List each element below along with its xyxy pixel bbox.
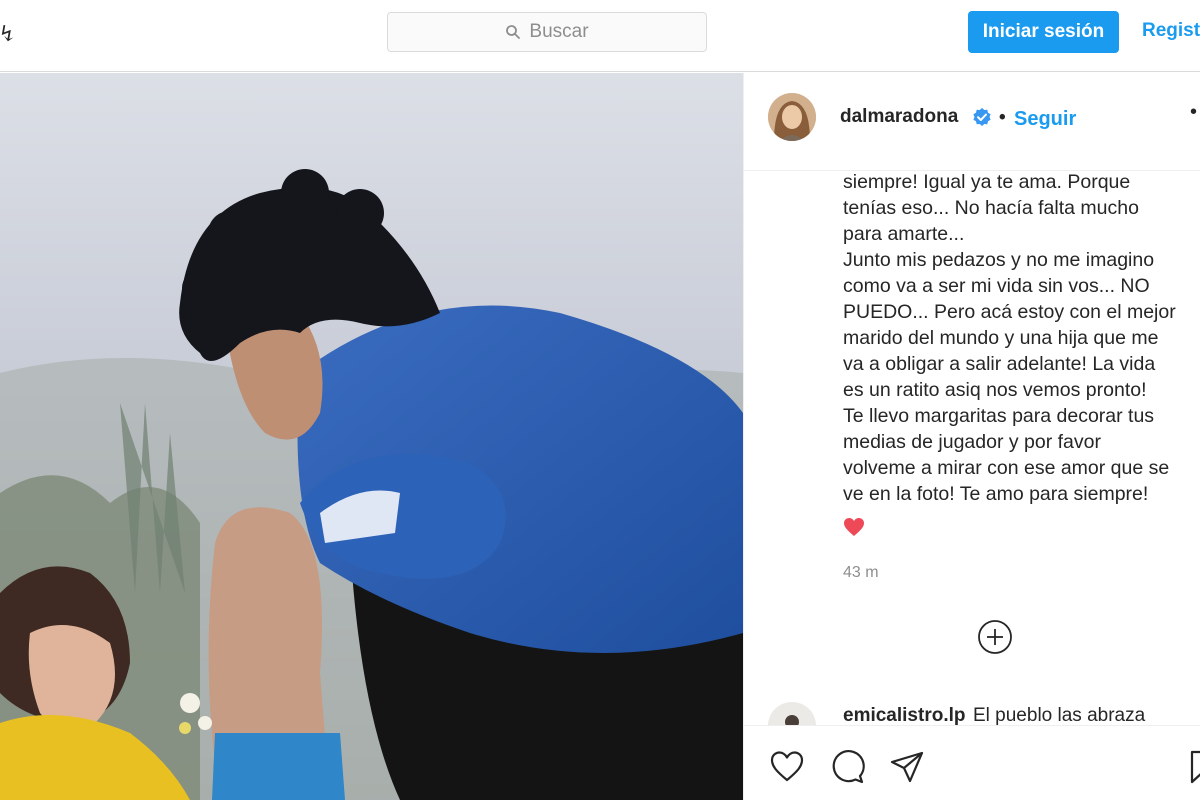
comment-username[interactable]: emicalistro.lp	[843, 705, 966, 727]
comment-text: El pueblo las abraza	[973, 705, 1146, 726]
verified-badge-icon	[973, 108, 991, 126]
post-actions	[744, 725, 1200, 800]
search-icon	[506, 25, 521, 39]
follow-button[interactable]: Seguir	[1014, 108, 1076, 131]
instagram-logo[interactable]: ↯	[0, 22, 16, 47]
more-options-icon[interactable]: •	[1190, 101, 1197, 124]
login-button[interactable]: Iniciar sesión	[968, 11, 1119, 53]
post-image	[0, 73, 743, 800]
top-bar: ↯ Buscar Iniciar sesión Registrarte	[0, 0, 1200, 72]
bookmark-icon[interactable]	[1184, 748, 1200, 786]
post-timestamp: 43 m	[843, 564, 879, 581]
register-link[interactable]: Registrarte	[1142, 20, 1200, 42]
post-details-pane: dalmaradona • Seguir • siempre! Igual ya…	[743, 73, 1200, 800]
comment-row: emicalistro.lp El pueblo las abraza	[744, 696, 1200, 750]
heart-emoji	[844, 518, 864, 536]
plus-circle-icon[interactable]	[977, 619, 1013, 655]
avatar[interactable]	[768, 93, 816, 141]
search-input[interactable]: Buscar	[387, 12, 707, 52]
post-username[interactable]: dalmaradona	[840, 106, 958, 128]
post-caption: siempre! Igual ya te ama. Porque tenías …	[843, 171, 1176, 505]
separator-dot: •	[999, 107, 1006, 128]
avatar-image	[768, 93, 816, 141]
post-header: dalmaradona • Seguir •	[744, 73, 1200, 171]
comment-icon[interactable]	[828, 748, 866, 786]
share-icon[interactable]	[888, 748, 926, 786]
post-photo[interactable]	[0, 73, 743, 800]
search-placeholder: Buscar	[529, 21, 589, 42]
heart-icon[interactable]	[768, 748, 806, 786]
